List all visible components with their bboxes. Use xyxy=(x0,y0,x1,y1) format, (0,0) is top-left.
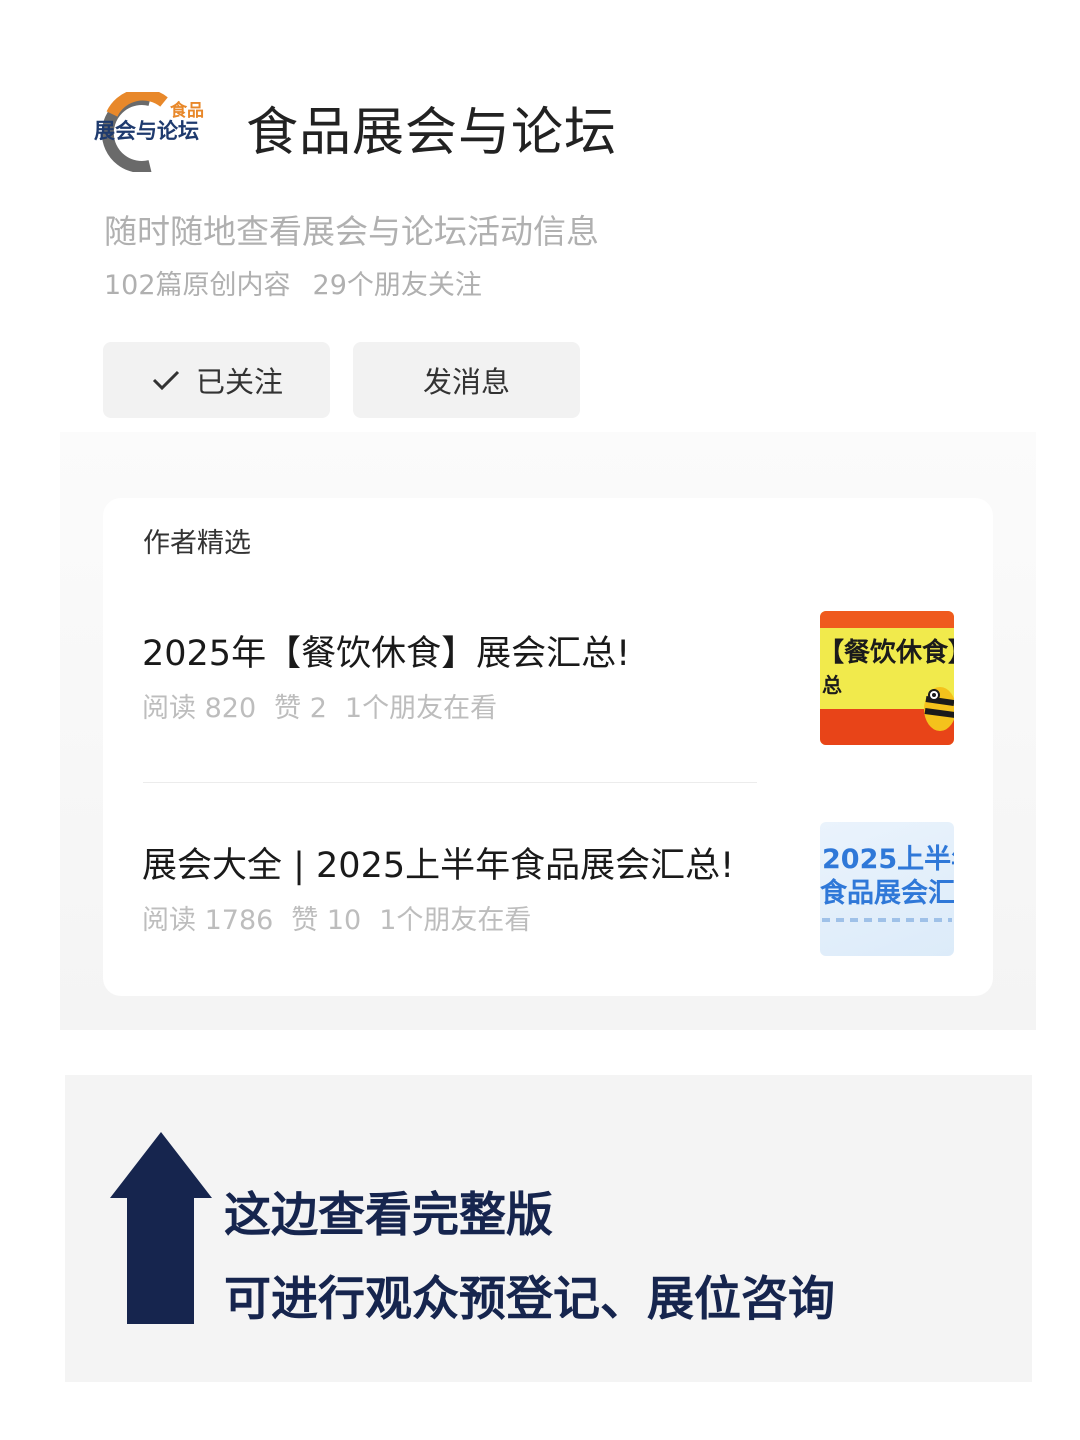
account-description: 随时随地查看展会与论坛活动信息 xyxy=(104,212,599,251)
article-title[interactable]: 展会大全 | 2025上半年食品展会汇总! xyxy=(142,842,734,890)
article-thumbnail[interactable]: 【餐饮休食】 总 xyxy=(820,611,954,745)
follow-button-label: 已关注 xyxy=(195,365,283,399)
account-name: 食品展会与论坛 xyxy=(246,103,618,163)
bee-icon xyxy=(924,687,954,731)
article-meta: 阅读 820 赞 2 1个朋友在看 xyxy=(142,691,497,727)
article-meta: 阅读 1786 赞 10 1个朋友在看 xyxy=(142,903,531,939)
thumb-top-band xyxy=(820,611,954,628)
thumb-text: 2025上半年 xyxy=(822,844,954,875)
message-button-label: 发消息 xyxy=(422,365,510,399)
thumb-text-2: 总 xyxy=(822,673,842,697)
article-title[interactable]: 2025年【餐饮休食】展会汇总! xyxy=(142,630,630,678)
article-likes: 赞 10 xyxy=(291,905,362,936)
follow-button[interactable]: 已关注 xyxy=(103,342,330,418)
thumb-text: 【餐饮休食】 xyxy=(820,638,954,668)
promo-headline: 这边查看完整版 xyxy=(224,1188,553,1243)
svg-text:食品: 食品 xyxy=(170,100,204,120)
logo-icon: 食品 展会与论坛 xyxy=(94,92,204,172)
thumb-text-2: 食品展会汇 xyxy=(820,878,954,909)
article-thumbnail[interactable]: 2025上半年 食品展会汇 xyxy=(820,822,954,956)
promo-subline: 可进行观众预登记、展位咨询 xyxy=(224,1272,835,1327)
original-count: 102篇原创内容 xyxy=(104,270,291,301)
article-reads: 阅读 820 xyxy=(142,693,257,724)
svg-text:展会与论坛: 展会与论坛 xyxy=(94,119,199,143)
account-stats: 102篇原创内容 29个朋友关注 xyxy=(104,268,482,304)
message-button[interactable]: 发消息 xyxy=(353,342,580,418)
check-icon xyxy=(152,370,180,391)
account-logo: 食品 展会与论坛 xyxy=(92,92,210,172)
thumb-fine-print xyxy=(822,918,952,922)
divider xyxy=(143,782,757,783)
article-friends: 1个朋友在看 xyxy=(344,693,498,724)
article-friends: 1个朋友在看 xyxy=(379,905,532,936)
up-arrow-icon xyxy=(110,1132,212,1324)
article-reads: 阅读 1786 xyxy=(142,905,274,936)
article-likes: 赞 2 xyxy=(274,693,327,724)
featured-title: 作者精选 xyxy=(143,528,251,559)
friends-following: 29个朋友关注 xyxy=(312,270,482,301)
